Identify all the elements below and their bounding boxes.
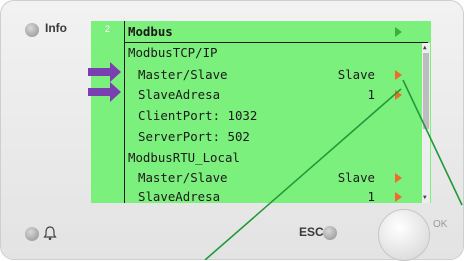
annotation-line <box>204 88 402 260</box>
annotation-line <box>402 79 463 206</box>
annotation-lines <box>204 79 463 260</box>
